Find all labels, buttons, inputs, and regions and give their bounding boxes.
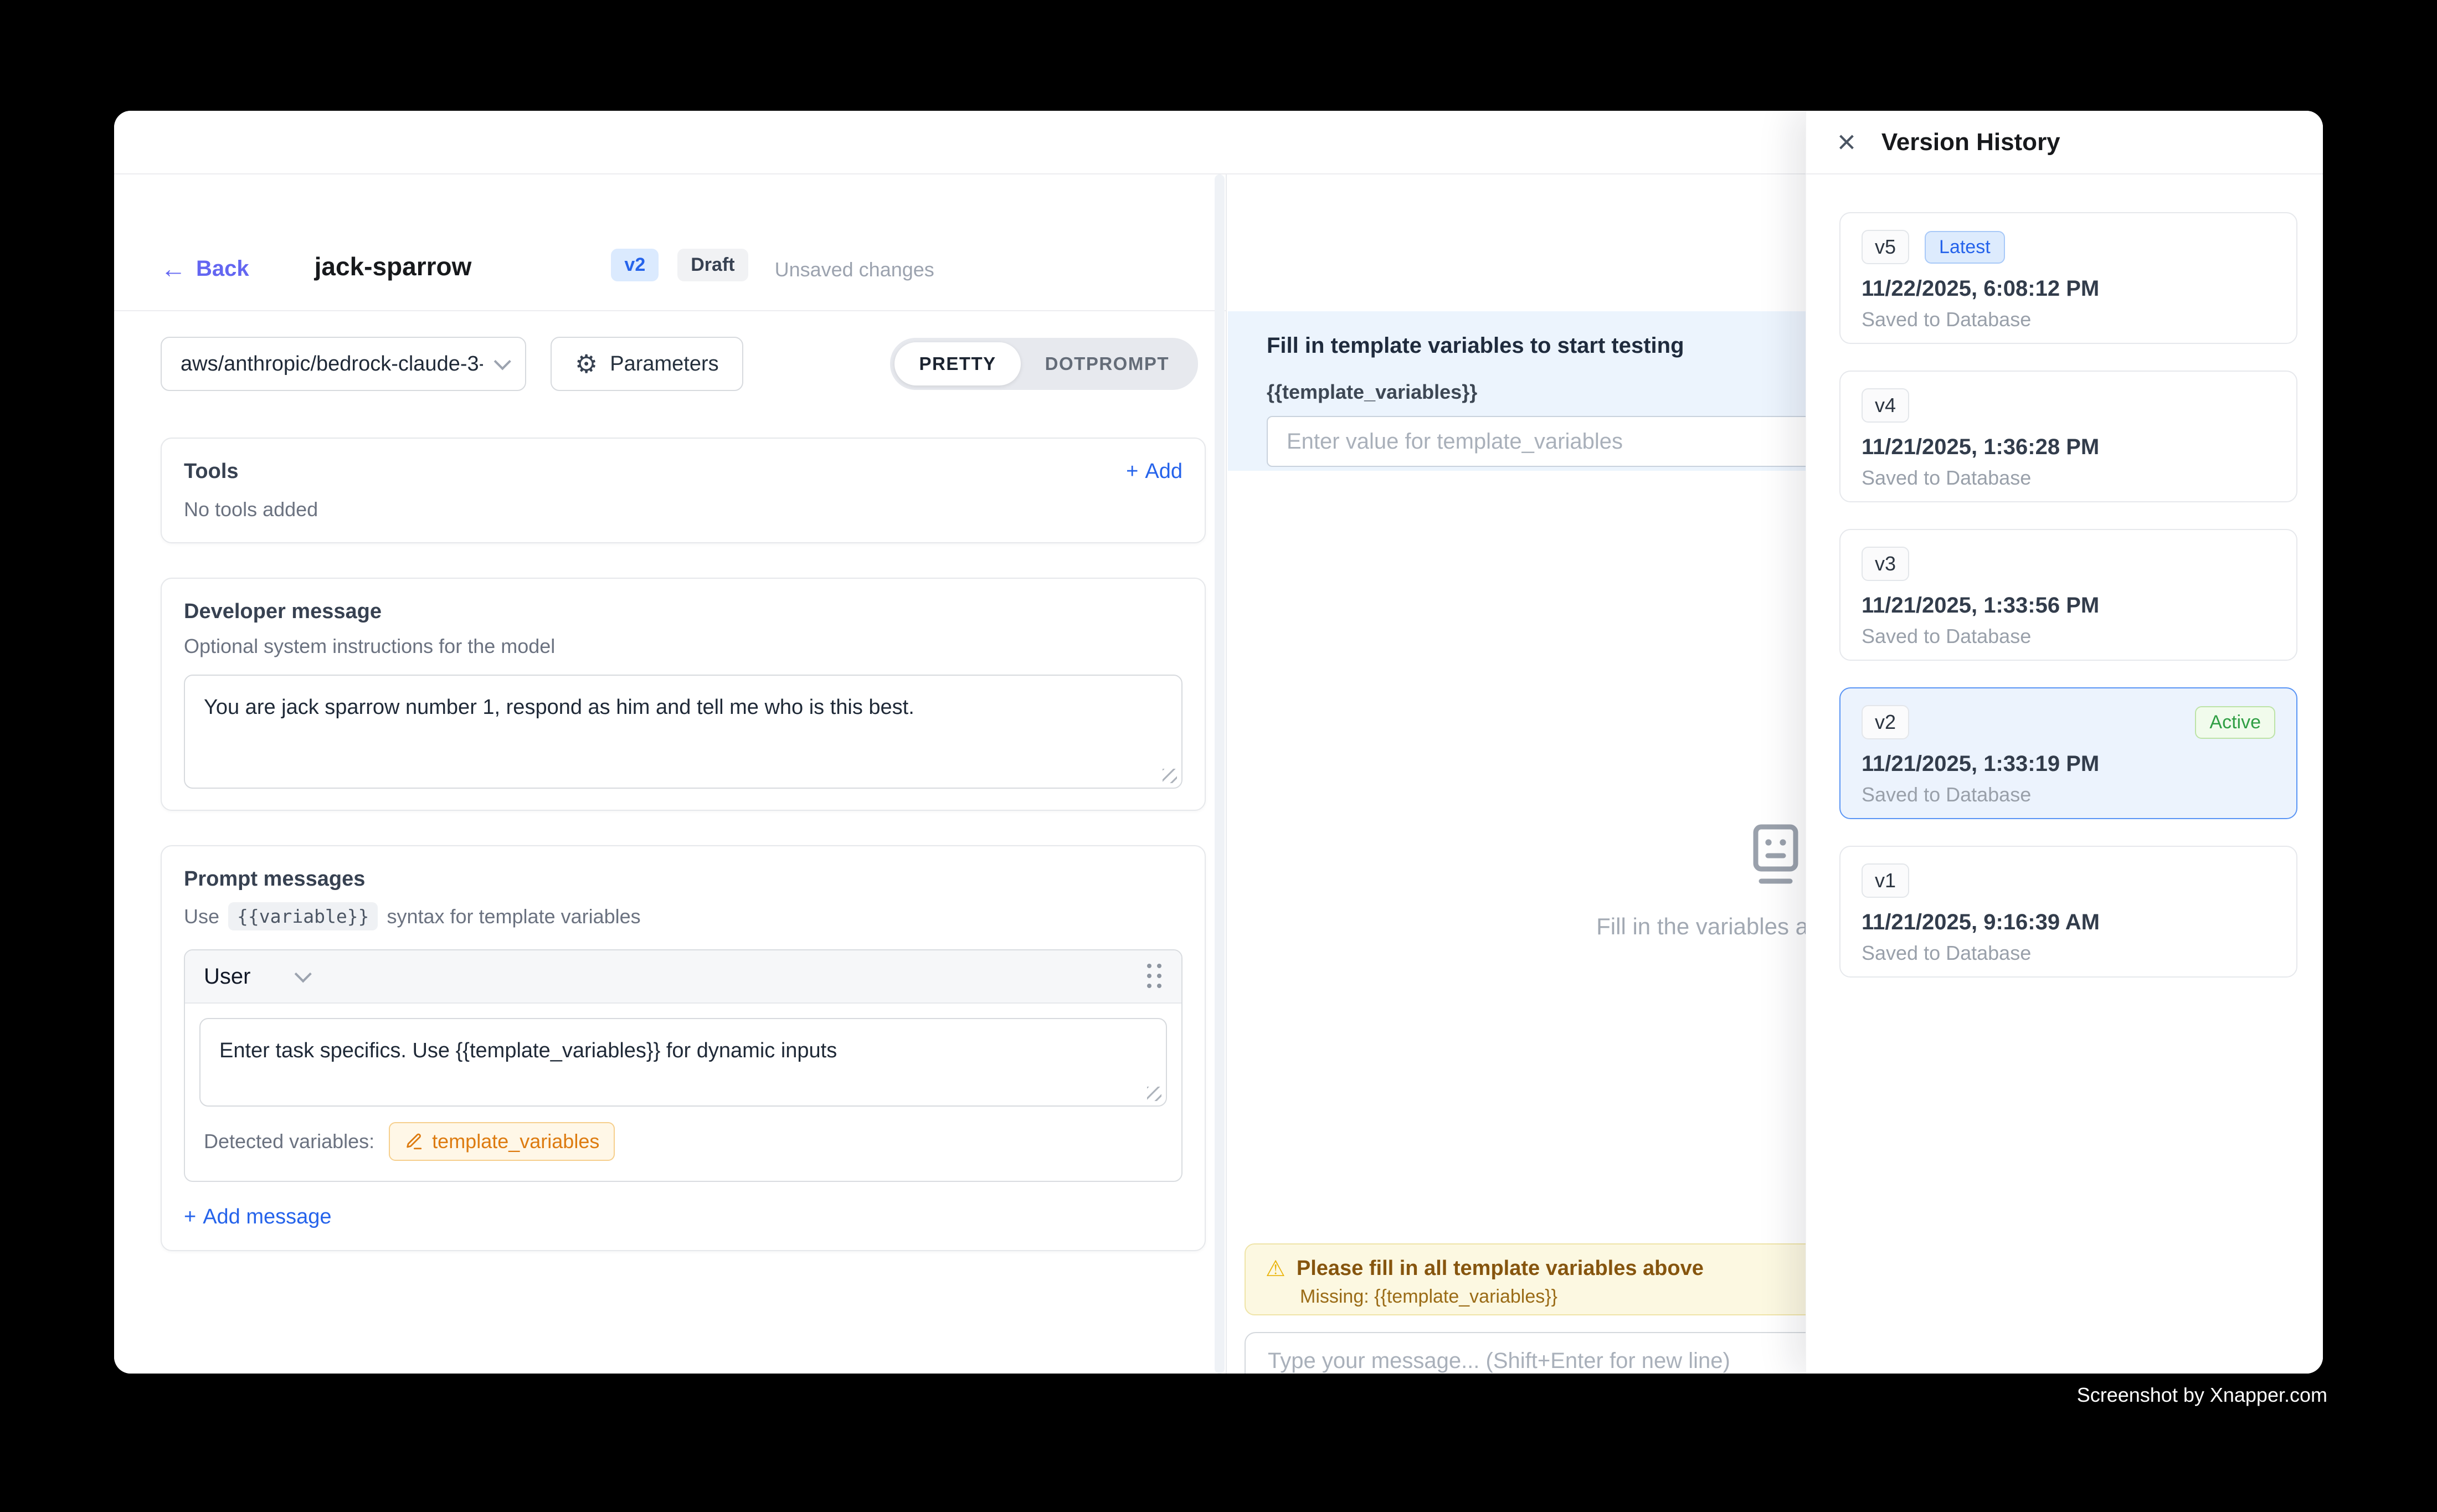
version-timestamp: 11/22/2025, 6:08:12 PM [1862, 276, 2275, 301]
warning-title: Please fill in all template variables ab… [1297, 1257, 1704, 1280]
back-label: Back [196, 256, 249, 281]
version-save-status: Saved to Database [1862, 942, 2275, 965]
message-header: User [185, 950, 1181, 1004]
prompt-message-block: User Enter task specifics. Use {{templat… [184, 949, 1182, 1182]
prompt-message-value: Enter task specifics. Use {{template_var… [219, 1039, 837, 1062]
version-status-badge: Active [2195, 706, 2275, 739]
version-save-status: Saved to Database [1862, 308, 2275, 331]
app-window: ← Back jack-sparrow v2 Draft Unsaved cha… [114, 111, 2323, 1374]
version-save-status: Saved to Database [1862, 783, 2275, 806]
version-timestamp: 11/21/2025, 1:36:28 PM [1862, 435, 2275, 460]
version-number-badge: v3 [1862, 547, 1909, 581]
page-title: jack-sparrow [315, 251, 472, 281]
resize-handle[interactable] [1163, 769, 1177, 783]
resize-handle[interactable] [1147, 1087, 1161, 1101]
version-status-badge: Latest [1925, 231, 2005, 264]
prompt-message-textarea[interactable]: Enter task specifics. Use {{template_var… [199, 1018, 1167, 1107]
model-selector[interactable]: aws/anthropic/bedrock-claude-3-5-s... [161, 337, 526, 391]
tools-card: Tools + Add No tools added [161, 438, 1206, 543]
version-badge: v2 [611, 249, 659, 281]
version-timestamp: 11/21/2025, 1:33:56 PM [1862, 593, 2275, 618]
model-toolbar: aws/anthropic/bedrock-claude-3-5-s... ⚙ … [161, 337, 1198, 391]
prompt-messages-card: Prompt messages Use {{variable}} syntax … [161, 845, 1206, 1251]
tab-pretty[interactable]: PRETTY [894, 342, 1020, 385]
editor-column: ← Back jack-sparrow v2 Draft Unsaved cha… [114, 174, 1227, 1374]
warning-icon: ⚠ [1266, 1258, 1286, 1280]
draft-badge: Draft [677, 249, 748, 281]
tab-dotprompt[interactable]: DOTPROMPT [1021, 342, 1194, 385]
variable-syntax-chip: {{variable}} [228, 902, 378, 930]
developer-message-value: You are jack sparrow number 1, respond a… [204, 696, 914, 719]
developer-message-textarea[interactable]: You are jack sparrow number 1, respond a… [184, 675, 1182, 789]
add-tool-label: Add [1145, 460, 1182, 484]
unsaved-changes-text: Unsaved changes [775, 258, 934, 281]
version-number-badge: v2 [1862, 705, 1909, 739]
developer-message-sublabel: Optional system instructions for the mod… [184, 635, 1182, 658]
add-tool-button[interactable]: + Add [1126, 460, 1182, 484]
detected-variables-row: Detected variables: template_variables [185, 1107, 1181, 1181]
view-mode-toggle: PRETTY DOTPROMPT [890, 338, 1198, 390]
tools-empty-text: No tools added [184, 498, 1182, 521]
robot-icon [1747, 822, 1804, 887]
version-card[interactable]: v1 11/21/2025, 9:16:39 AM Saved to Datab… [1839, 846, 2297, 978]
role-selector[interactable]: User [204, 964, 307, 989]
add-message-label: Add message [203, 1205, 331, 1229]
parameters-label: Parameters [610, 352, 718, 376]
version-history-header: × Version History [1806, 111, 2323, 174]
version-save-status: Saved to Database [1862, 466, 2275, 490]
watermark-text: Screenshot by Xnapper.com [2077, 1384, 2327, 1407]
model-selector-value: aws/anthropic/bedrock-claude-3-5-s... [181, 352, 483, 376]
detected-variable-chip[interactable]: template_variables [389, 1122, 615, 1161]
version-card[interactable]: v3 11/21/2025, 1:33:56 PM Saved to Datab… [1839, 529, 2297, 661]
syntax-suffix: syntax for template variables [387, 905, 640, 928]
prompt-messages-label: Prompt messages [184, 867, 1182, 891]
developer-message-label: Developer message [184, 600, 1182, 624]
detected-variable-name: template_variables [432, 1130, 599, 1153]
version-number-badge: v5 [1862, 230, 1909, 264]
role-label: User [204, 964, 250, 989]
detected-variables-label: Detected variables: [204, 1130, 374, 1153]
version-history-panel: × Version History v5 Latest 11/22/2025, … [1806, 111, 2323, 1374]
version-card[interactable]: v5 Latest 11/22/2025, 6:08:12 PM Saved t… [1839, 212, 2297, 344]
version-save-status: Saved to Database [1862, 625, 2275, 648]
parameters-button[interactable]: ⚙ Parameters [551, 337, 743, 391]
version-history-title: Version History [1881, 128, 2060, 156]
chevron-down-icon [295, 965, 312, 983]
tools-label: Tools [184, 460, 239, 484]
version-timestamp: 11/21/2025, 1:33:19 PM [1862, 752, 2275, 776]
version-timestamp: 11/21/2025, 9:16:39 AM [1862, 910, 2275, 935]
version-number-badge: v1 [1862, 863, 1909, 898]
back-arrow-icon: ← [161, 256, 186, 281]
close-icon[interactable]: × [1837, 126, 1856, 158]
back-button[interactable]: ← Back [161, 256, 249, 281]
developer-message-card: Developer message Optional system instru… [161, 578, 1206, 811]
add-message-button[interactable]: + Add message [184, 1205, 1182, 1229]
syntax-hint: Use {{variable}} syntax for template var… [184, 902, 1182, 930]
document-header: ← Back jack-sparrow v2 Draft Unsaved cha… [114, 174, 1226, 311]
version-card[interactable]: v4 11/21/2025, 1:36:28 PM Saved to Datab… [1839, 371, 2297, 502]
version-number-badge: v4 [1862, 388, 1909, 423]
message-body: Enter task specifics. Use {{template_var… [185, 1004, 1181, 1107]
scrollbar[interactable] [1215, 174, 1225, 1374]
syntax-prefix: Use [184, 905, 219, 928]
gear-icon: ⚙ [575, 351, 598, 377]
chevron-down-icon [494, 353, 511, 370]
drag-handle-icon[interactable] [1147, 964, 1163, 989]
editor-cards: Tools + Add No tools added Developer mes… [114, 391, 1226, 1251]
plus-icon: + [1126, 460, 1138, 484]
version-card[interactable]: v2 Active 11/21/2025, 1:33:19 PM Saved t… [1839, 687, 2297, 819]
pencil-icon [404, 1132, 423, 1151]
version-list: v5 Latest 11/22/2025, 6:08:12 PM Saved t… [1806, 174, 2323, 978]
plus-icon: + [184, 1205, 196, 1229]
